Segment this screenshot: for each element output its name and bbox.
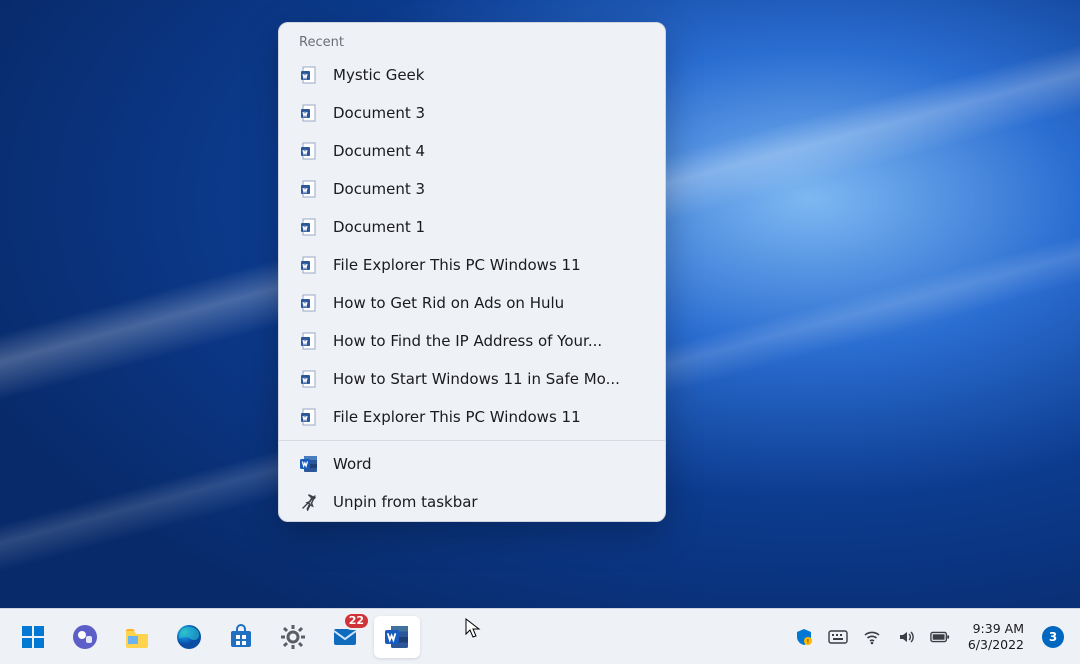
jump-list-unpin[interactable]: Unpin from taskbar [279,483,665,521]
recent-item[interactable]: Document 3 [279,94,665,132]
notification-badge[interactable]: 3 [1042,626,1064,648]
folder-icon [123,623,151,651]
recent-item[interactable]: How to Start Windows 11 in Safe Mo... [279,360,665,398]
word-doc-icon [299,369,319,389]
jump-list-app-launch[interactable]: Word [279,445,665,483]
system-tray: ! 9:39 AM 6/3/2022 3 [794,621,1070,652]
clock-date: 6/3/2022 [968,637,1024,653]
start-button[interactable] [10,616,56,658]
taskbar-word[interactable] [374,616,420,658]
recent-item-label: Mystic Geek [333,66,424,84]
mail-badge: 22 [343,612,370,630]
taskbar-teams[interactable] [62,616,108,658]
recent-item[interactable]: Document 1 [279,208,665,246]
volume-icon[interactable] [896,627,916,647]
battery-icon[interactable] [930,627,950,647]
recent-item-label: Document 3 [333,104,425,122]
gear-icon [279,623,307,651]
word-app-icon [383,623,411,651]
word-doc-icon [299,179,319,199]
jump-list: Recent Mystic Geek Document 3 Document 4… [278,22,666,522]
word-doc-icon [299,255,319,275]
recent-item[interactable]: File Explorer This PC Windows 11 [279,398,665,436]
taskbar-file-explorer[interactable] [114,616,160,658]
word-app-icon [299,454,319,474]
word-doc-icon [299,407,319,427]
edge-icon [175,623,203,651]
recent-item-label: How to Get Rid on Ads on Hulu [333,294,564,312]
recent-item[interactable]: Document 3 [279,170,665,208]
recent-item[interactable]: How to Find the IP Address of Your... [279,322,665,360]
taskbar-edge[interactable] [166,616,212,658]
recent-item[interactable]: File Explorer This PC Windows 11 [279,246,665,284]
wifi-icon[interactable] [862,627,882,647]
jump-list-unpin-label: Unpin from taskbar [333,493,478,511]
teams-icon [71,623,99,651]
taskbar-store[interactable] [218,616,264,658]
divider [279,440,665,441]
recent-item-label: Document 3 [333,180,425,198]
recent-item-label: Document 1 [333,218,425,236]
recent-item[interactable]: How to Get Rid on Ads on Hulu [279,284,665,322]
taskbar-settings[interactable] [270,616,316,658]
recent-item[interactable]: Document 4 [279,132,665,170]
taskbar-apps: 22 [10,616,420,658]
clock-time: 9:39 AM [968,621,1024,637]
jump-list-app-label: Word [333,455,372,473]
word-doc-icon [299,331,319,351]
taskbar-mail[interactable]: 22 [322,616,368,658]
recent-item[interactable]: Mystic Geek [279,56,665,94]
word-doc-icon [299,217,319,237]
security-icon[interactable]: ! [794,627,814,647]
taskbar: 22 ! 9:39 AM 6/3/ [0,608,1080,664]
recent-item-label: How to Start Windows 11 in Safe Mo... [333,370,620,388]
store-icon [227,623,255,651]
windows-logo-icon [19,623,47,651]
taskbar-clock[interactable]: 9:39 AM 6/3/2022 [964,621,1028,652]
recent-item-label: File Explorer This PC Windows 11 [333,256,581,274]
word-doc-icon [299,293,319,313]
recent-item-label: How to Find the IP Address of Your... [333,332,602,350]
word-doc-icon [299,65,319,85]
recent-item-label: File Explorer This PC Windows 11 [333,408,581,426]
word-doc-icon [299,141,319,161]
unpin-icon [299,492,319,512]
recent-item-label: Document 4 [333,142,425,160]
keyboard-icon[interactable] [828,627,848,647]
svg-text:!: ! [807,638,809,645]
word-doc-icon [299,103,319,123]
jump-list-section-recent: Recent [279,23,665,56]
